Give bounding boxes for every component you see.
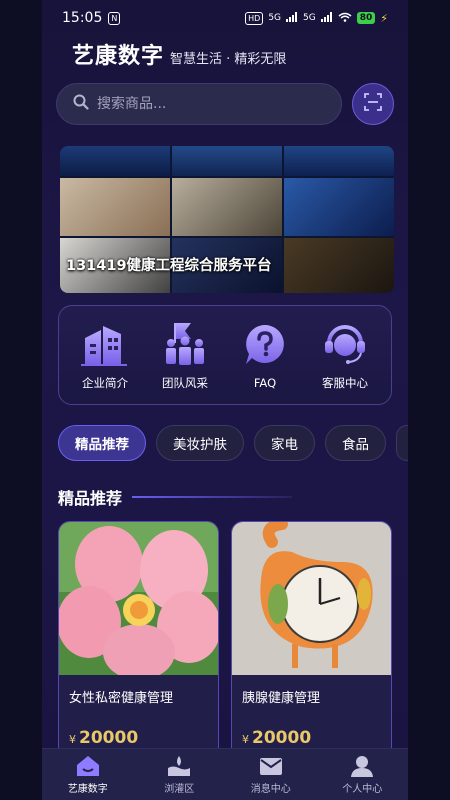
nav-label: 个人中心	[342, 784, 383, 795]
brand-slogan: 智慧生活 · 精彩无限	[170, 52, 287, 67]
category-tab-appliances[interactable]: 家电	[254, 425, 315, 461]
price-value: 20000	[252, 728, 312, 748]
product-image-stomach-clock	[232, 522, 391, 675]
water-icon	[166, 754, 192, 778]
charging-icon: ⚡	[380, 11, 388, 25]
scan-icon	[364, 93, 382, 115]
brand-title: 艺康数字	[72, 44, 165, 69]
network-5g-indicator-2: 5G	[303, 13, 316, 23]
section-divider	[132, 496, 293, 498]
product-price: ¥ 20000	[69, 728, 138, 748]
product-card[interactable]: 胰腺健康管理 ¥ 20000	[231, 521, 392, 761]
search-icon	[73, 94, 89, 114]
nav-label: 浏灌区	[164, 784, 195, 795]
signal-icon	[286, 11, 298, 25]
nav-item-profile[interactable]: 个人中心	[322, 754, 402, 795]
nav-item-messages[interactable]: 消息中心	[231, 754, 311, 795]
team-icon	[160, 319, 210, 369]
quick-menu-label: 团队风采	[162, 376, 208, 390]
right-backdrop	[408, 0, 450, 800]
app-screen: 15:05 N HD 5G 5G 80 ⚡ 艺康数字 智慧生活 · 精彩无限 搜…	[42, 0, 408, 800]
promo-banner[interactable]: 131419健康工程综合服务平台	[60, 146, 394, 293]
status-time: 15:05	[62, 10, 103, 26]
product-price: ¥ 20000	[242, 728, 311, 748]
price-value: 20000	[79, 728, 139, 748]
quick-menu-label: 客服中心	[322, 376, 368, 390]
product-name: 胰腺健康管理	[242, 691, 321, 706]
quick-menu-customer-service[interactable]: 客服中心	[305, 319, 385, 391]
scan-button[interactable]	[352, 83, 394, 125]
customer-service-icon	[320, 319, 370, 369]
product-name: 女性私密健康管理	[69, 691, 174, 706]
wifi-icon	[338, 12, 352, 25]
person-icon	[349, 754, 375, 778]
hd-indicator: HD	[245, 11, 264, 25]
price-currency: ¥	[242, 733, 249, 746]
search-box[interactable]	[56, 83, 342, 125]
product-card[interactable]: 女性私密健康管理 ¥ 20000	[58, 521, 219, 761]
quick-menu: 企业简介 团队风采 FAQ 客服中心	[58, 305, 392, 405]
banner-title: 131419健康工程综合服务平台	[66, 258, 272, 274]
building-icon	[80, 319, 130, 369]
nav-label: 消息中心	[250, 784, 291, 795]
product-grid: 女性私密健康管理 ¥ 20000 胰腺健康管理 ¥ 20000	[42, 521, 408, 761]
app-header: 艺康数字 智慧生活 · 精彩无限	[42, 36, 408, 80]
home-icon	[75, 754, 101, 778]
status-bar: 15:05 N HD 5G 5G 80 ⚡	[42, 0, 408, 36]
battery-icon: 80	[356, 12, 376, 24]
category-tab-food[interactable]: 食品	[325, 425, 386, 461]
quick-menu-faq[interactable]: FAQ	[225, 320, 305, 390]
price-currency: ¥	[69, 733, 76, 746]
nav-label: 艺康数字	[67, 784, 108, 795]
quick-menu-company-intro[interactable]: 企业简介	[65, 319, 145, 391]
mail-icon	[258, 754, 284, 778]
search-input[interactable]	[97, 96, 297, 112]
app-badge-icon: N	[108, 11, 121, 25]
search-row	[42, 80, 408, 128]
network-5g-indicator: 5G	[268, 13, 282, 23]
quick-menu-label: FAQ	[253, 376, 277, 390]
quick-menu-label: 企业简介	[82, 376, 128, 390]
category-tab-beauty[interactable]: 美妆护肤	[156, 425, 244, 461]
category-tab-more[interactable]	[396, 425, 408, 461]
category-tabs: 精品推荐 美妆护肤 家电 食品	[42, 425, 408, 461]
section-title: 精品推荐	[58, 489, 123, 508]
nav-item-home[interactable]: 艺康数字	[48, 754, 128, 795]
quick-menu-team[interactable]: 团队风采	[145, 319, 225, 391]
bottom-navigation: 艺康数字 浏灌区 消息中心 个人中心	[42, 748, 408, 800]
product-image-flower	[59, 522, 218, 675]
section-header: 精品推荐	[42, 485, 408, 509]
category-tab-featured[interactable]: 精品推荐	[58, 425, 146, 461]
left-backdrop	[0, 0, 42, 800]
signal-icon-2	[320, 11, 333, 25]
nav-item-water[interactable]: 浏灌区	[139, 754, 219, 795]
faq-icon	[240, 320, 290, 370]
